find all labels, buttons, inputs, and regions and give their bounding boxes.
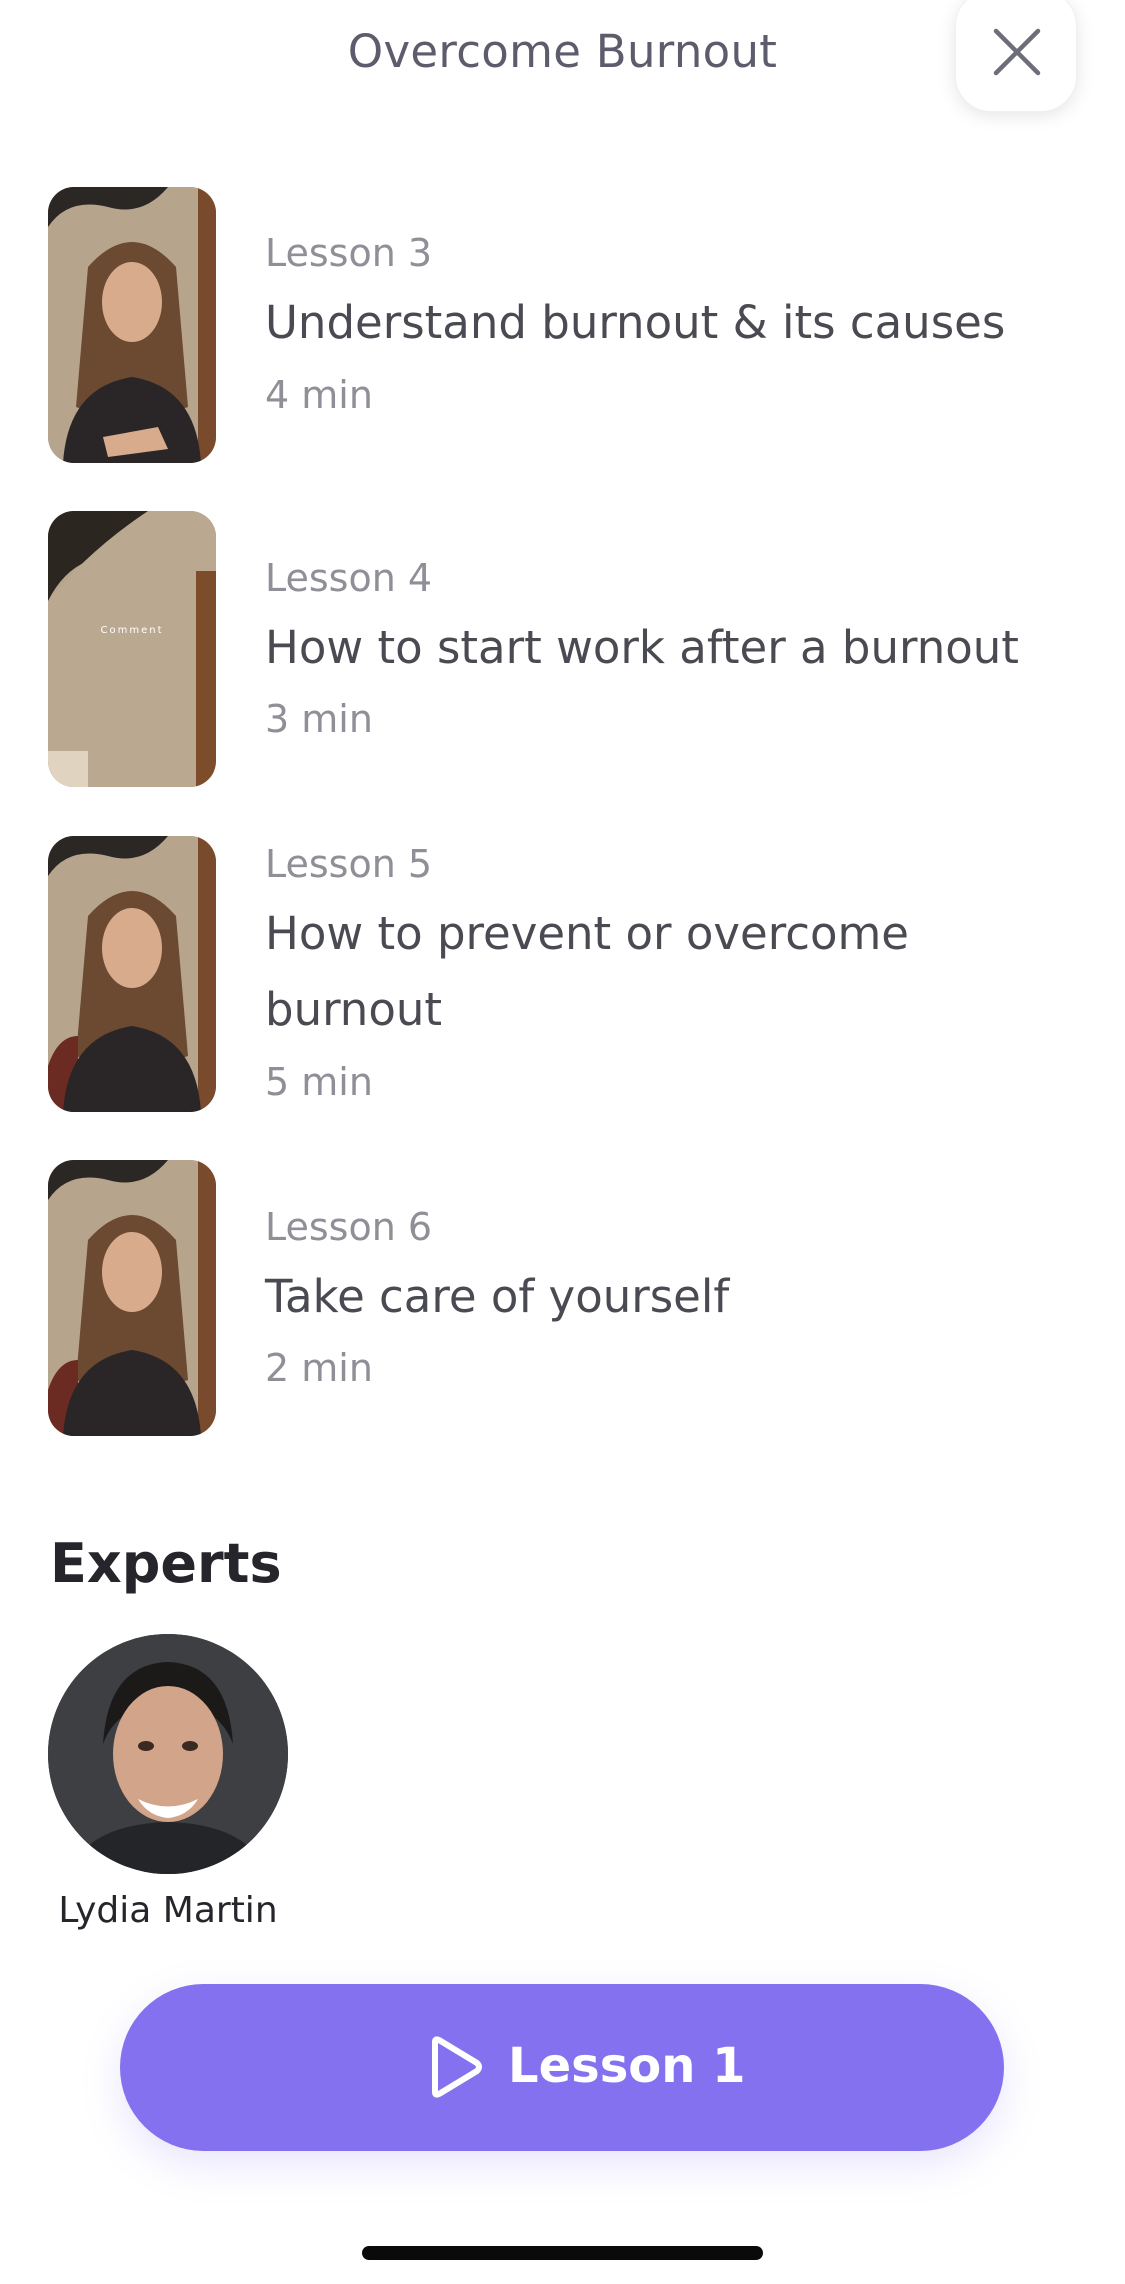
lesson-duration: 4 min <box>265 373 373 417</box>
lesson-number: Lesson 4 <box>265 556 433 600</box>
lesson-item[interactable]: Lesson 6 Take care of yourself 2 min <box>48 1160 1078 1440</box>
expert-avatar[interactable] <box>48 1634 288 1874</box>
lesson-number: Lesson 6 <box>265 1205 433 1249</box>
lesson-title: Take care of yourself <box>265 1270 730 1323</box>
start-lesson-button[interactable]: Lesson 1 <box>120 1984 1004 2151</box>
thumbnail-caption: Comment <box>101 625 164 636</box>
video-thumbnail: Comment <box>48 511 216 787</box>
lesson-duration: 2 min <box>265 1346 373 1390</box>
video-thumbnail <box>48 836 216 1112</box>
lesson-number: Lesson 5 <box>265 842 433 886</box>
lesson-number: Lesson 3 <box>265 231 433 275</box>
lesson-item[interactable]: Comment Lesson 4 How to start work after… <box>48 511 1078 791</box>
close-icon <box>993 28 1041 76</box>
experts-heading: Experts <box>50 1532 282 1595</box>
home-indicator <box>362 2246 763 2260</box>
lesson-title: How to start work after a burnout <box>265 621 1019 674</box>
video-thumbnail <box>48 1160 216 1436</box>
lesson-title: How to prevent or overcome burnout <box>265 907 909 1036</box>
lesson-item[interactable]: Lesson 3 Understand burnout & its causes… <box>48 187 1078 467</box>
start-lesson-label: Lesson 1 <box>508 2038 746 2094</box>
lesson-duration: 3 min <box>265 697 373 741</box>
video-thumbnail <box>48 187 216 463</box>
close-button[interactable] <box>955 0 1077 112</box>
course-detail-screen: Overcome Burnout Lesson 3 Understand bur… <box>0 0 1125 2284</box>
lesson-title: Understand burnout & its causes <box>265 296 1006 349</box>
play-icon <box>432 2036 482 2098</box>
lesson-item[interactable]: Lesson 5 How to prevent or overcome burn… <box>48 836 1078 1116</box>
lesson-duration: 5 min <box>265 1060 373 1104</box>
expert-name: Lydia Martin <box>58 1890 278 1931</box>
